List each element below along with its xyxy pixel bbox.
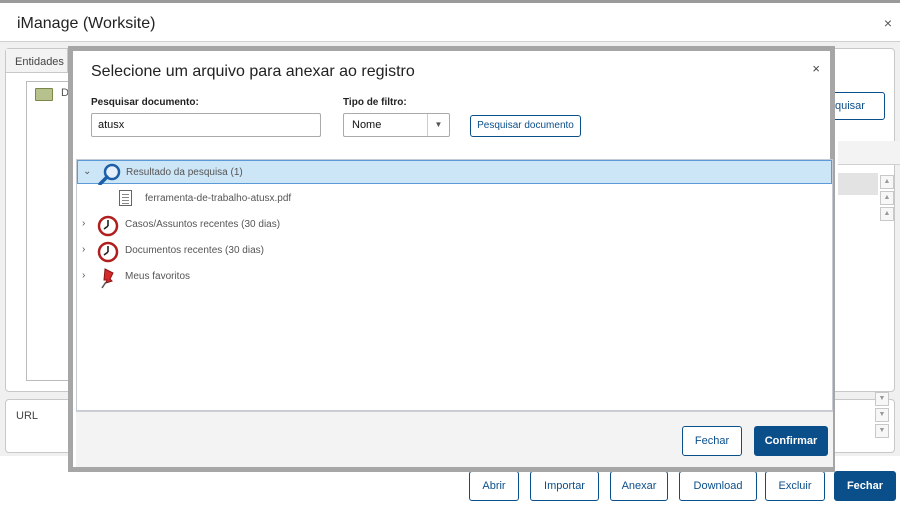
- tree-item-label: Documentos recentes (30 dias): [125, 245, 264, 256]
- pushpin-icon: [101, 268, 114, 289]
- document-icon: [119, 190, 132, 206]
- tree-item-result-file[interactable]: ferramenta-de-trabalho-atusx.pdf: [77, 187, 832, 211]
- list-item[interactable]: [838, 173, 878, 195]
- tree-item-recent-docs[interactable]: › Documentos recentes (30 dias): [77, 239, 832, 263]
- scroll-up-small-icon[interactable]: ▲: [880, 207, 894, 221]
- filter-selected-value: Nome: [352, 119, 382, 131]
- window-close-icon[interactable]: ×: [884, 15, 892, 31]
- document-search-input[interactable]: [91, 113, 321, 137]
- modal-title: Selecione um arquivo para anexar ao regi…: [91, 63, 415, 80]
- modal-close-icon[interactable]: ×: [812, 61, 820, 76]
- chevron-right-icon[interactable]: ›: [82, 270, 85, 281]
- clock-icon: [97, 241, 119, 263]
- tab-entidades[interactable]: Entidades: [6, 49, 68, 73]
- clock-icon: [97, 215, 119, 237]
- file-name: ferramenta-de-trabalho-atusx.pdf: [145, 193, 292, 204]
- tree-item-favorites[interactable]: › Meus favoritos: [77, 265, 832, 289]
- modal-close-button[interactable]: Fechar: [682, 426, 742, 456]
- window-title: iManage (Worksite): [17, 15, 156, 32]
- folder-icon: [35, 88, 53, 101]
- abrir-button[interactable]: Abrir: [469, 471, 519, 501]
- chevron-right-icon[interactable]: ›: [82, 218, 85, 229]
- url-label: URL: [16, 410, 39, 422]
- tree-item-label: Meus favoritos: [125, 271, 191, 282]
- list-header: [838, 141, 900, 165]
- results-tree: ⌄ Resultado da pesquisa (1) ferramenta-d…: [76, 159, 833, 411]
- anexar-button[interactable]: Anexar: [610, 471, 668, 501]
- magnifier-icon: [98, 163, 121, 185]
- tree-item-search-results[interactable]: ⌄ Resultado da pesquisa (1): [77, 160, 832, 185]
- filter-label: Tipo de filtro:: [343, 97, 407, 108]
- attach-file-modal: Selecione um arquivo para anexar ao regi…: [68, 46, 835, 472]
- tree-item-recent-cases[interactable]: › Casos/Assuntos recentes (30 dias): [77, 213, 832, 237]
- scroll-up-icon[interactable]: ▲: [880, 191, 894, 205]
- download-button[interactable]: Download: [679, 471, 757, 501]
- chevron-down-icon[interactable]: ▼: [427, 114, 449, 136]
- importar-button[interactable]: Importar: [530, 471, 599, 501]
- search-label: Pesquisar documento:: [91, 97, 199, 108]
- tree-item-label: Casos/Assuntos recentes (30 dias): [125, 219, 281, 230]
- scroll-bottom-icon[interactable]: ▼: [875, 424, 889, 438]
- window-fechar-button[interactable]: Fechar: [834, 471, 896, 501]
- scroll-down-small-icon[interactable]: ▼: [875, 392, 889, 406]
- scroll-top-icon[interactable]: ▲: [880, 175, 894, 189]
- excluir-button[interactable]: Excluir: [765, 471, 825, 501]
- modal-footer: Fechar Confirmar: [76, 411, 833, 467]
- chevron-right-icon[interactable]: ›: [82, 244, 85, 255]
- filter-type-select[interactable]: Nome ▼: [343, 113, 450, 137]
- chevron-down-icon[interactable]: ⌄: [83, 166, 91, 177]
- tree-item-label: Resultado da pesquisa (1): [126, 167, 243, 178]
- scroll-down-icon[interactable]: ▼: [875, 408, 889, 422]
- confirm-button[interactable]: Confirmar: [754, 426, 828, 456]
- search-document-button[interactable]: Pesquisar documento: [470, 115, 581, 137]
